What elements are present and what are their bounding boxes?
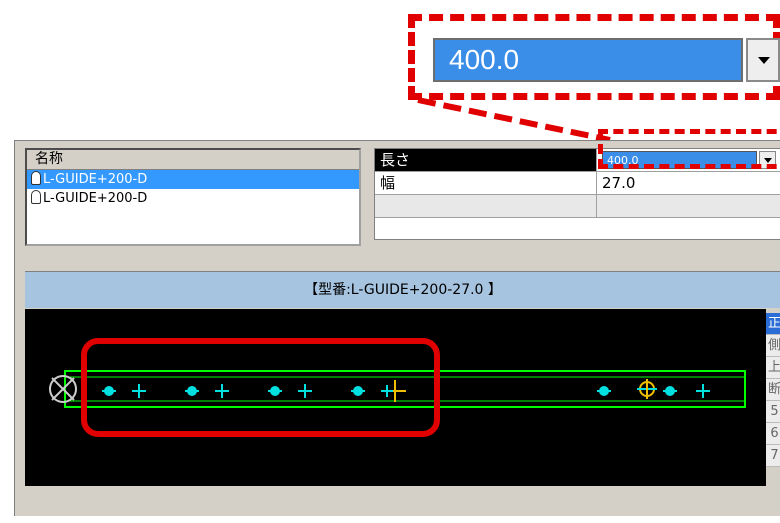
empty-label <box>375 195 597 217</box>
name-list[interactable]: 名称 L-GUIDE+200-D L-GUIDE+200-D <box>25 148 361 246</box>
tab-5[interactable]: 5 <box>766 401 780 423</box>
tab-front[interactable]: 正 <box>766 313 780 335</box>
width-value[interactable]: 27.0 <box>598 172 780 194</box>
model-viewport[interactable] <box>25 309 766 486</box>
list-item-label: L-GUIDE+200-D <box>43 191 148 206</box>
tab-7[interactable]: 7 <box>766 445 780 467</box>
list-item[interactable]: L-GUIDE+200-D <box>27 189 359 208</box>
width-label: 幅 <box>375 172 597 194</box>
tab-6[interactable]: 6 <box>766 423 780 445</box>
length-dropdown-button[interactable] <box>759 151 776 169</box>
list-item[interactable]: L-GUIDE+200-D <box>27 170 359 189</box>
tab-top[interactable]: 上 <box>766 357 780 379</box>
property-row-empty <box>375 195 780 218</box>
model-title: 【型番:L-GUIDE+200-27.0 】 <box>25 271 780 308</box>
view-tabs: 正 側 上 断 5 6 7 <box>766 313 780 523</box>
part-dialog: 名称 L-GUIDE+200-D L-GUIDE+200-D 長さ 400.0 … <box>14 129 780 516</box>
length-label: 長さ <box>375 149 597 171</box>
length-combo[interactable]: 400.0 <box>602 151 757 169</box>
property-table: 長さ 400.0 幅 27.0 <box>374 148 780 240</box>
property-row-length: 長さ 400.0 <box>375 149 780 172</box>
key-icon <box>31 190 41 204</box>
key-icon <box>31 171 41 185</box>
property-row-width: 幅 27.0 <box>375 172 780 195</box>
list-item-label: L-GUIDE+200-D <box>43 172 148 187</box>
tab-side[interactable]: 側 <box>766 335 780 357</box>
name-column-header: 名称 <box>27 150 359 170</box>
chevron-down-icon <box>764 158 772 163</box>
tab-section[interactable]: 断 <box>766 379 780 401</box>
